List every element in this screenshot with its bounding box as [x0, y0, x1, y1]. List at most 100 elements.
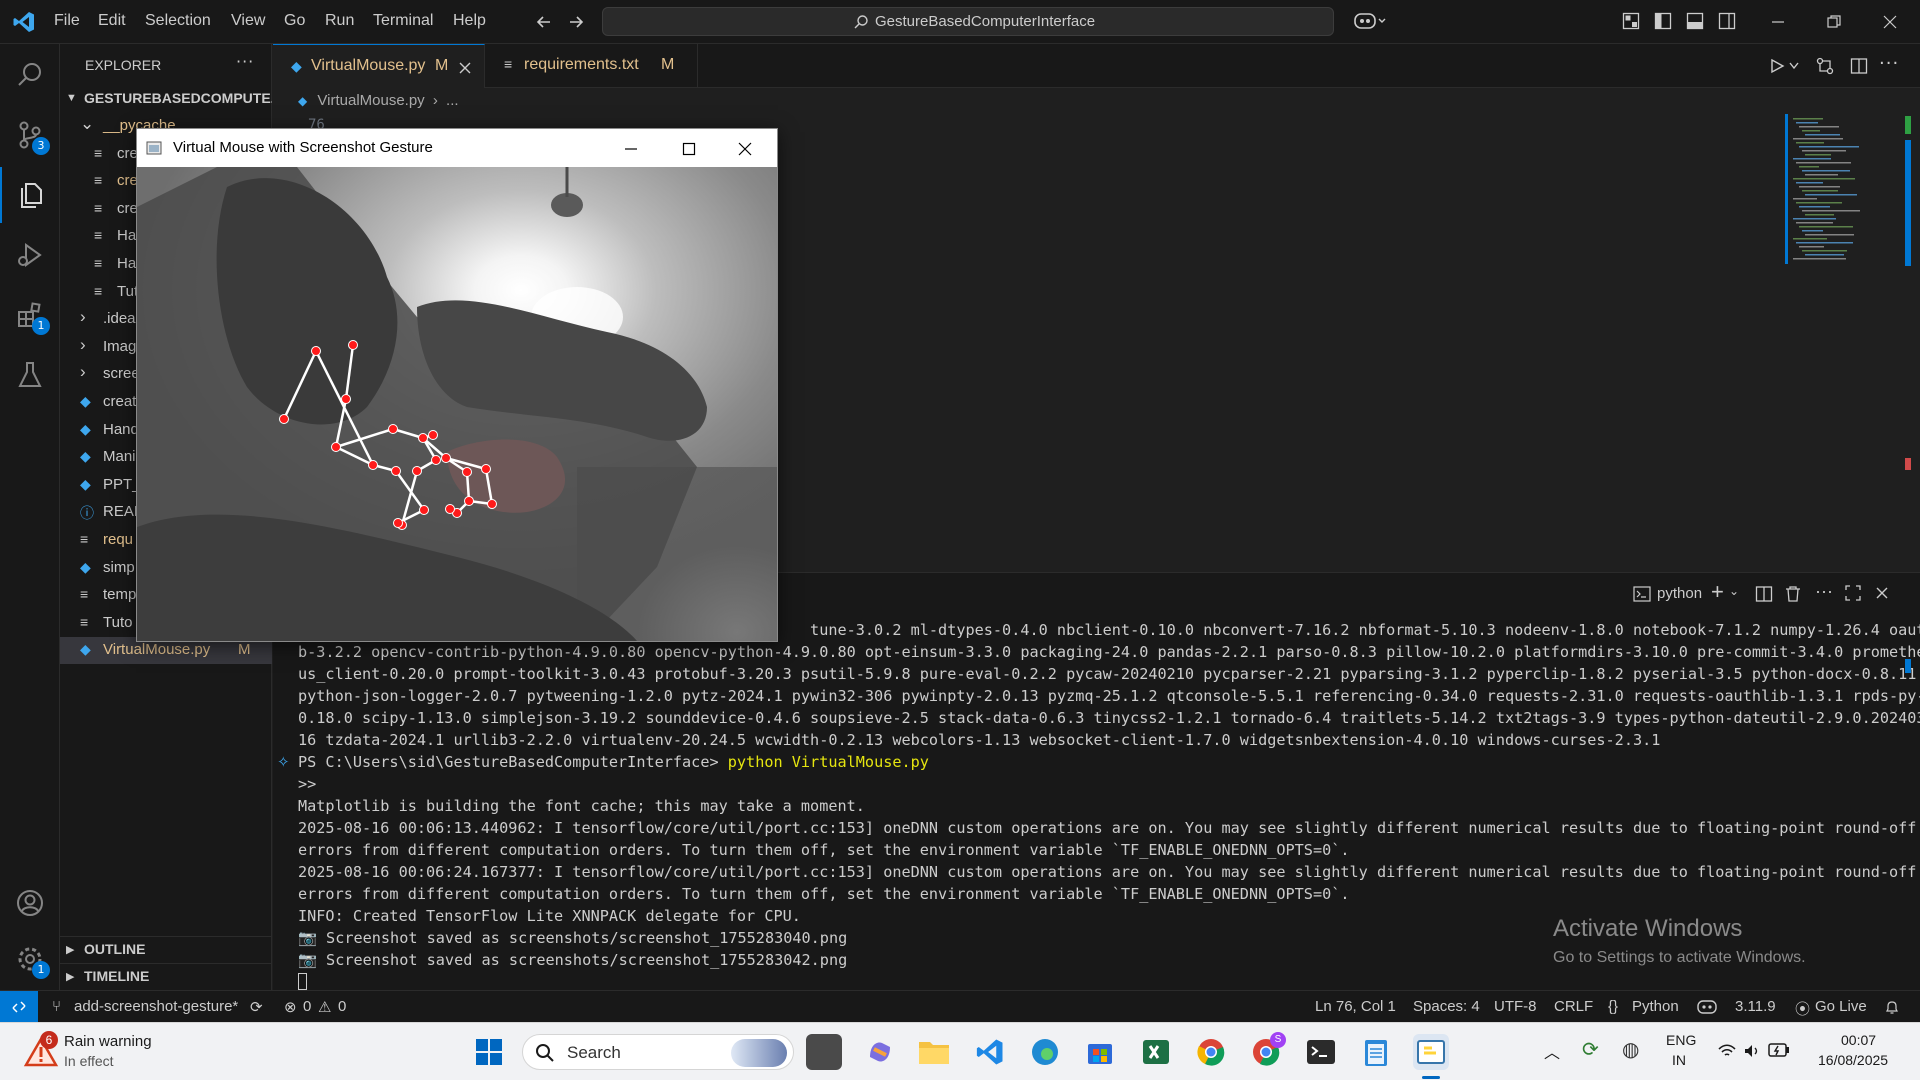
indentation[interactable]: Spaces: 4	[1413, 998, 1480, 1015]
tab-requirements[interactable]: ≡ requirements.txt M	[486, 44, 698, 88]
weather-title[interactable]: Rain warning	[64, 1033, 152, 1050]
start-button[interactable]	[471, 1034, 507, 1070]
activity-run-debug[interactable]	[0, 227, 60, 283]
minimize-icon[interactable]	[1770, 14, 1786, 30]
minimap[interactable]	[1785, 114, 1885, 264]
remote-indicator[interactable]	[0, 991, 38, 1023]
terminal-taskbar-icon[interactable]	[1303, 1034, 1339, 1070]
error-count[interactable]: 0	[303, 998, 311, 1015]
copilot-icon[interactable]	[1353, 10, 1387, 32]
copilot-icon[interactable]	[1697, 999, 1717, 1015]
file-explorer-icon[interactable]	[916, 1034, 952, 1070]
cursor-position[interactable]: Ln 76, Col 1	[1315, 998, 1396, 1015]
taskbar-search[interactable]: Search	[522, 1034, 794, 1070]
forward-arrow-icon[interactable]	[566, 12, 586, 32]
restore-icon[interactable]	[1826, 14, 1842, 30]
maximize-panel-icon[interactable]	[1845, 585, 1861, 601]
chrome-profile-icon[interactable]: S	[1248, 1032, 1286, 1070]
activity-extensions[interactable]: 1	[0, 287, 60, 343]
sync-tray-icon[interactable]: ⟳	[1582, 1037, 1599, 1062]
activity-manage[interactable]: 1	[0, 931, 60, 987]
chevron-down-icon[interactable]	[1789, 62, 1799, 70]
back-arrow-icon[interactable]	[534, 12, 554, 32]
split-terminal-icon[interactable]	[1755, 585, 1773, 603]
breadcrumb-rest[interactable]: ...	[446, 92, 459, 109]
go-live-button[interactable]: Go Live	[1815, 998, 1867, 1015]
vscode-taskbar-icon[interactable]	[972, 1034, 1008, 1070]
task-view-icon[interactable]	[806, 1034, 842, 1070]
weather-widget[interactable]: 6	[22, 1031, 62, 1073]
sync-icon[interactable]: ⟳	[250, 998, 263, 1016]
customize-layout-icon[interactable]	[1622, 12, 1640, 30]
activity-source-control[interactable]: 3	[0, 107, 60, 163]
minimize-icon[interactable]	[623, 141, 639, 157]
breadcrumb-file[interactable]: VirtualMouse.py	[317, 92, 424, 109]
command-center-search[interactable]: GestureBasedComputerInterface	[602, 7, 1334, 36]
split-editor-icon[interactable]	[1850, 57, 1868, 75]
toggle-panel-icon[interactable]	[1686, 12, 1704, 30]
menu-run[interactable]: Run	[325, 12, 354, 30]
compare-changes-icon[interactable]	[1816, 57, 1834, 75]
tab-virtualmouse[interactable]: ◆ VirtualMouse.py M	[273, 44, 485, 88]
menu-go[interactable]: Go	[284, 12, 305, 30]
close-icon[interactable]	[1882, 14, 1898, 30]
terminal-command: python VirtualMouse.py	[727, 753, 929, 771]
language-top[interactable]: ENG	[1666, 1032, 1696, 1048]
menu-edit[interactable]: Edit	[98, 12, 126, 30]
clock-time[interactable]: 00:07	[1841, 1032, 1876, 1048]
branch-name[interactable]: add-screenshot-gesture*	[74, 998, 238, 1015]
outline-section[interactable]: ▶ OUTLINE	[60, 936, 272, 963]
menu-terminal[interactable]: Terminal	[373, 12, 433, 30]
volume-icon[interactable]	[1743, 1042, 1761, 1060]
store-icon[interactable]	[1082, 1034, 1118, 1070]
menu-file[interactable]: File	[54, 12, 80, 30]
toggle-primary-sidebar-icon[interactable]	[1654, 12, 1672, 30]
maximize-icon[interactable]	[681, 141, 697, 157]
chevron-down-icon[interactable]: ⌄	[1729, 584, 1739, 598]
wifi-icon[interactable]	[1717, 1043, 1737, 1059]
python-window-icon[interactable]	[1413, 1034, 1449, 1070]
more-actions-icon[interactable]: ···	[1879, 53, 1899, 74]
activity-accounts[interactable]	[0, 875, 60, 931]
toggle-secondary-sidebar-icon[interactable]	[1718, 12, 1736, 30]
virtual-mouse-window[interactable]: Virtual Mouse with Screenshot Gesture	[136, 128, 778, 642]
workspace-root[interactable]: ▼ GESTUREBASEDCOMPUTE...	[60, 86, 272, 113]
tree-item-label: temp	[103, 586, 137, 604]
menu-help[interactable]: Help	[453, 12, 486, 30]
excel-icon[interactable]	[1138, 1034, 1174, 1070]
line-ending[interactable]: CRLF	[1554, 998, 1593, 1015]
timeline-section[interactable]: ▶ TIMELINE	[60, 963, 272, 990]
chevron-down-icon: ⌄	[80, 114, 95, 133]
chevron-up-icon[interactable]: ︿	[1544, 1039, 1560, 1063]
files-icon	[21, 183, 42, 208]
bell-icon[interactable]	[1884, 999, 1900, 1015]
terminal-profile[interactable]: python	[1657, 585, 1702, 602]
battery-icon[interactable]	[1768, 1043, 1790, 1057]
trash-icon[interactable]	[1785, 585, 1801, 603]
language-mode[interactable]: Python	[1632, 998, 1679, 1015]
close-icon[interactable]	[737, 141, 753, 157]
plus-icon[interactable]: +	[1711, 579, 1724, 605]
warning-count[interactable]: 0	[338, 998, 346, 1015]
run-icon[interactable]	[1769, 58, 1785, 74]
minimap-line	[1793, 118, 1823, 120]
activity-testing[interactable]	[0, 347, 60, 403]
network-tray-icon[interactable]: ◍	[1622, 1037, 1639, 1062]
more-actions-icon[interactable]: ···	[236, 52, 254, 71]
activity-explorer[interactable]	[0, 167, 60, 223]
menu-selection[interactable]: Selection	[145, 12, 211, 30]
copilot-taskbar-icon[interactable]	[862, 1034, 898, 1070]
close-tab-icon[interactable]	[458, 61, 472, 75]
encoding[interactable]: UTF-8	[1494, 998, 1537, 1015]
virtual-mouse-titlebar[interactable]: Virtual Mouse with Screenshot Gesture	[137, 129, 777, 167]
more-actions-icon[interactable]: ···	[1815, 581, 1833, 602]
lines-icon: ≡	[94, 172, 103, 189]
close-panel-icon[interactable]	[1875, 586, 1889, 600]
menu-view[interactable]: View	[231, 12, 265, 30]
notepad-icon[interactable]	[1358, 1034, 1394, 1070]
chrome-icon[interactable]	[1193, 1034, 1229, 1070]
edge-icon[interactable]	[1027, 1034, 1063, 1070]
activity-search[interactable]	[0, 47, 60, 103]
python-version[interactable]: 3.11.9	[1735, 998, 1776, 1015]
landmark-point	[487, 499, 497, 509]
